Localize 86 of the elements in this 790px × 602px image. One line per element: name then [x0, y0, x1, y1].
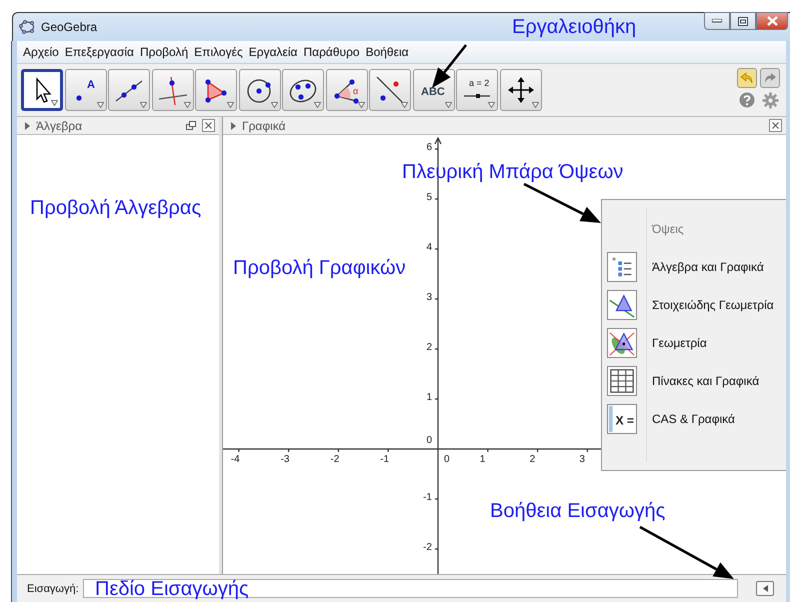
dropdown-triangle-icon[interactable]: [532, 102, 538, 108]
tool-button[interactable]: [195, 69, 237, 111]
tool-button[interactable]: [500, 69, 542, 111]
minimize-icon: [712, 19, 722, 23]
close-icon: [766, 16, 778, 26]
input-label: Εισαγωγή:: [27, 582, 79, 594]
tool-button[interactable]: [369, 69, 411, 111]
dropdown-triangle-icon[interactable]: [444, 102, 452, 108]
dropdown-triangle-icon[interactable]: [488, 102, 495, 108]
maximize-icon: [738, 16, 748, 26]
panel-title: Άλγεβρα: [36, 118, 84, 132]
redo-icon: [763, 72, 777, 84]
axis-tick-label: -4: [230, 454, 240, 466]
tool-button[interactable]: [21, 69, 63, 111]
axis-tick-label: -3: [280, 454, 290, 466]
input-help-button[interactable]: [756, 581, 774, 596]
triangle-view-icon: [607, 290, 637, 320]
maximize-button[interactable]: [730, 12, 756, 30]
tool-button[interactable]: [152, 69, 194, 111]
view-option[interactable]: Γεωμετρία: [652, 336, 707, 350]
annotation-label: Προβολή Γραφικών: [233, 256, 406, 280]
menu-item[interactable]: Εργαλεία: [246, 45, 300, 59]
geometry-view-icon: [607, 328, 637, 358]
axis-tick-label: 0: [444, 454, 450, 466]
axis-tick-label: 4: [426, 242, 432, 254]
left-triangle-icon: [762, 585, 768, 592]
axis-tick-label: 3: [426, 292, 432, 304]
app-logo-icon: [19, 20, 35, 34]
close-icon[interactable]: [769, 119, 782, 132]
view-option[interactable]: Πίνακες και Γραφικά: [652, 374, 760, 388]
input-field[interactable]: [82, 579, 738, 598]
axis-tick-label: -1: [423, 492, 432, 504]
panel-title: Γραφικά: [242, 118, 287, 132]
menu-item[interactable]: Επεξεργασία: [62, 45, 137, 59]
axis-tick-label: 2: [426, 342, 432, 354]
axis-tick-label: 3: [579, 454, 585, 466]
annotation-label: Προβολή Άλγεβρας: [30, 196, 202, 220]
axis-tick-label: 1: [480, 454, 486, 466]
redo-button[interactable]: [760, 68, 780, 88]
cas-icon: X =: [607, 404, 637, 434]
dropdown-triangle-icon[interactable]: [401, 102, 408, 108]
minimize-button[interactable]: [704, 12, 730, 30]
close-icon[interactable]: [202, 119, 215, 132]
dropdown-triangle-icon[interactable]: [96, 102, 104, 108]
close-button[interactable]: [756, 12, 788, 30]
tool-button[interactable]: [238, 69, 280, 111]
sidebar-title: Όψεις: [652, 222, 684, 236]
dropdown-triangle-icon[interactable]: [227, 102, 234, 108]
undock-icon[interactable]: [186, 121, 196, 130]
menu-item[interactable]: Παράθυρο: [300, 45, 363, 59]
axis-tick-label: -2: [330, 454, 340, 466]
annotation-arrow: [432, 44, 468, 88]
axis-tick-label: 5: [426, 192, 432, 204]
view-option[interactable]: Άλγεβρα και Γραφικά: [652, 260, 764, 274]
axis-tick-label: 6: [426, 142, 432, 154]
help-icon[interactable]: [739, 92, 755, 108]
axis-tick-label: 1: [426, 392, 432, 404]
annotation-label: Βοήθεια Εισαγωγής: [490, 499, 666, 523]
dropdown-triangle-icon[interactable]: [140, 102, 147, 108]
undo-icon: [740, 72, 754, 84]
view-option[interactable]: Στοιχειώδης Γεωμετρία: [652, 298, 774, 312]
tool-button[interactable]: [282, 69, 324, 111]
perpendicular-line-icon: [156, 74, 188, 106]
axis-tick-label: -1: [380, 454, 390, 466]
menu-item[interactable]: Βοήθεια: [362, 45, 412, 59]
dropdown-triangle-icon[interactable]: [270, 102, 278, 108]
menu-item[interactable]: Επιλογές: [191, 45, 246, 59]
dropdown-triangle-icon[interactable]: [51, 100, 58, 106]
axis-tick-label: 2: [530, 454, 536, 466]
tool-button[interactable]: [108, 69, 150, 111]
collapse-triangle-icon[interactable]: [25, 122, 30, 130]
menu-item[interactable]: Αρχείο: [20, 45, 62, 59]
algebra-view-icon: [607, 252, 637, 282]
collapse-triangle-icon[interactable]: [231, 122, 236, 130]
annotation-label: Εργαλειοθήκη: [512, 15, 636, 39]
axis-tick-label: 0: [426, 435, 432, 447]
view-option[interactable]: CAS & Γραφικά: [652, 412, 735, 426]
dropdown-triangle-icon[interactable]: [358, 102, 364, 108]
dropdown-triangle-icon[interactable]: [184, 102, 190, 108]
dropdown-triangle-icon[interactable]: [314, 102, 321, 108]
menu-item[interactable]: Προβολή: [136, 45, 192, 59]
undo-button[interactable]: [737, 68, 757, 88]
window-title: GeoGebra: [41, 20, 98, 34]
axis-tick-label: -2: [423, 542, 432, 554]
annotation-label: Πεδίο Εισαγωγής: [95, 577, 249, 601]
spreadsheet-icon: [607, 366, 637, 396]
